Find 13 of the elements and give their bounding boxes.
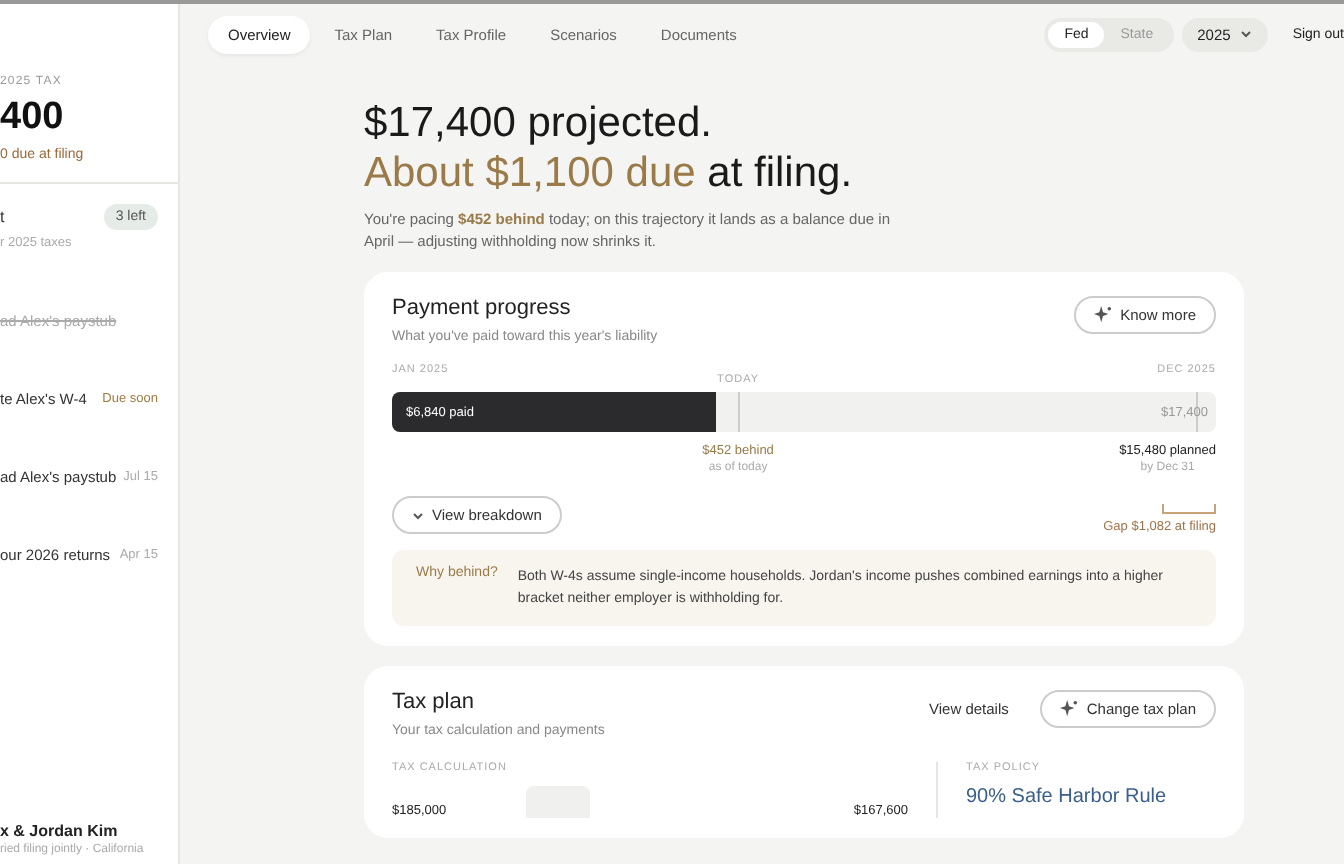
headline: About $1,100 due at filing. xyxy=(364,148,855,198)
card-title: Tax plan xyxy=(392,690,476,714)
headline: $17,400 projected. xyxy=(364,98,714,148)
chevron-down-icon xyxy=(1240,30,1253,38)
sparkle-icon xyxy=(1060,700,1079,718)
sparkle-icon xyxy=(1094,306,1113,324)
tax-amount: 400 xyxy=(0,96,66,140)
household-name: x & Jordan Kim xyxy=(0,822,120,840)
chevron-down-icon xyxy=(412,511,424,519)
checklist-title: t xyxy=(0,208,5,226)
gap-bracket xyxy=(1162,504,1216,514)
card-title: Payment progress xyxy=(392,296,573,320)
policy-title: 90% Safe Harbor Rule xyxy=(966,786,1169,808)
